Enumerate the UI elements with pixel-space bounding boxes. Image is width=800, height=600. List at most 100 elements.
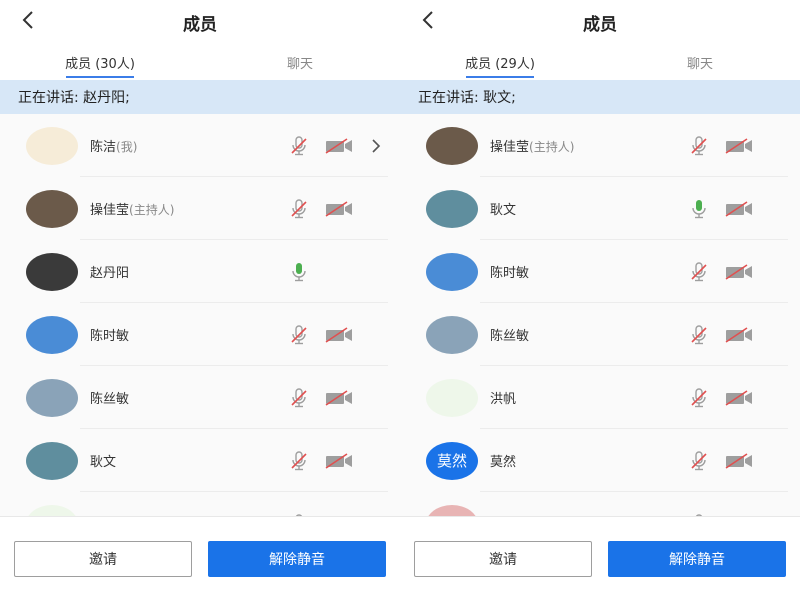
member-name: 陈洁(我) <box>90 136 284 155</box>
member-name-text: 陈时敏 <box>490 266 530 281</box>
mic-muted-icon[interactable] <box>684 387 714 409</box>
member-name: 耿文 <box>490 199 684 218</box>
member-role-tag: (主持人) <box>529 140 575 154</box>
member-row[interactable]: 赵丹阳 <box>0 240 400 303</box>
member-controls <box>684 324 768 346</box>
member-controls <box>684 387 768 409</box>
mic-muted-icon[interactable] <box>684 135 714 157</box>
member-name-text: 操佳莹 <box>90 203 130 218</box>
member-role-tag: (主持人) <box>129 203 175 217</box>
tab-members[interactable]: 成员 (30人) <box>0 44 200 80</box>
avatar <box>26 252 78 291</box>
chevron-spacer <box>768 453 784 469</box>
member-name-text: 操佳莹 <box>490 140 530 155</box>
avatar <box>26 189 78 228</box>
member-name-text: 耿文 <box>490 203 517 218</box>
member-row[interactable]: 陈丝敏 <box>0 366 400 429</box>
avatar <box>426 126 478 165</box>
avatar <box>426 315 478 354</box>
member-name: 陈丝敏 <box>90 388 284 407</box>
mic-muted-icon[interactable] <box>684 261 714 283</box>
member-row[interactable]: 莫然 莫然 <box>400 429 800 492</box>
chevron-spacer <box>768 264 784 280</box>
chevron-right-icon[interactable] <box>368 138 384 154</box>
mic-muted-icon[interactable] <box>284 198 314 220</box>
camera-off-icon[interactable] <box>324 198 354 220</box>
member-name: 操佳莹(主持人) <box>490 136 684 155</box>
mic-active-icon[interactable] <box>684 198 714 220</box>
member-controls <box>684 135 768 157</box>
member-controls <box>284 324 368 346</box>
member-row[interactable]: 耿文 <box>400 177 800 240</box>
right-panel: 成员 成员 (29人) 聊天 正在讲话: 耿文; 操佳莹(主持人) 耿文 陈时敏 陈丝敏 洪帆莫… <box>400 0 800 600</box>
camera-off-icon[interactable] <box>724 387 754 409</box>
camera-off-icon[interactable] <box>324 324 354 346</box>
member-row[interactable]: 陈丝敏 <box>400 303 800 366</box>
member-row[interactable]: 陈时敏 <box>400 240 800 303</box>
member-list[interactable]: 陈洁(我) 操佳莹(主持人) 赵丹阳陈时敏陈丝敏耿文 <box>0 114 400 516</box>
camera-off-icon[interactable] <box>724 324 754 346</box>
member-controls <box>284 387 368 409</box>
invite-button[interactable]: 邀请 <box>14 540 192 577</box>
member-row[interactable]: 操佳莹(主持人) <box>0 177 400 240</box>
member-name: 陈时敏 <box>90 325 284 344</box>
back-arrow-icon <box>22 11 34 33</box>
tab-bar: 成员 (29人) 聊天 <box>400 44 800 80</box>
member-name-text: 洪帆 <box>490 392 517 407</box>
member-row[interactable]: 陈时敏 <box>0 303 400 366</box>
mic-muted-icon[interactable] <box>684 324 714 346</box>
camera-off-icon[interactable] <box>724 450 754 472</box>
member-controls <box>684 450 768 472</box>
mic-muted-icon[interactable] <box>284 387 314 409</box>
member-row[interactable]: 操佳莹(主持人) <box>400 114 800 177</box>
member-list[interactable]: 操佳莹(主持人) 耿文陈时敏陈丝敏洪帆莫然 莫然 <box>400 114 800 516</box>
member-row[interactable] <box>400 492 800 516</box>
member-row[interactable]: 耿文 <box>0 429 400 492</box>
member-controls <box>684 198 768 220</box>
member-name-text: 陈洁 <box>90 140 117 155</box>
chevron-spacer <box>768 138 784 154</box>
avatar: 莫然 <box>426 441 478 480</box>
avatar <box>426 189 478 228</box>
member-name-text: 陈丝敏 <box>490 329 530 344</box>
invite-button[interactable]: 邀请 <box>414 540 592 577</box>
unmute-button[interactable]: 解除静音 <box>608 540 786 577</box>
member-name: 耿文 <box>90 451 284 470</box>
member-row[interactable]: 陈洁(我) <box>0 114 400 177</box>
member-role-tag: (我) <box>116 140 138 154</box>
member-name: 陈时敏 <box>490 262 684 281</box>
chevron-spacer <box>368 327 384 343</box>
mic-muted-icon[interactable] <box>684 450 714 472</box>
mic-active-icon[interactable] <box>284 261 314 283</box>
camera-off-icon[interactable] <box>724 261 754 283</box>
member-row[interactable]: 洪帆 <box>400 366 800 429</box>
camera-off-icon[interactable] <box>324 135 354 157</box>
member-name-text: 陈丝敏 <box>90 392 130 407</box>
back-button[interactable] <box>414 8 442 36</box>
tab-bar: 成员 (30人) 聊天 <box>0 44 400 80</box>
camera-off-icon[interactable] <box>324 387 354 409</box>
member-name-text: 赵丹阳 <box>90 266 130 281</box>
mic-muted-icon[interactable] <box>284 324 314 346</box>
unmute-button[interactable]: 解除静音 <box>208 540 386 577</box>
tab-chat[interactable]: 聊天 <box>200 44 400 80</box>
avatar <box>26 126 78 165</box>
member-controls <box>284 261 368 283</box>
camera-off-icon[interactable] <box>724 135 754 157</box>
avatar <box>26 315 78 354</box>
member-name-text: 耿文 <box>90 455 117 470</box>
back-button[interactable] <box>14 8 42 36</box>
chevron-spacer <box>368 201 384 217</box>
camera-placeholder <box>324 261 354 283</box>
tab-members[interactable]: 成员 (29人) <box>400 44 600 80</box>
mic-muted-icon[interactable] <box>284 135 314 157</box>
chevron-spacer <box>768 201 784 217</box>
mic-muted-icon[interactable] <box>284 450 314 472</box>
tab-chat[interactable]: 聊天 <box>600 44 800 80</box>
camera-off-icon[interactable] <box>324 450 354 472</box>
member-row[interactable] <box>0 492 400 516</box>
footer-bar: 邀请 解除静音 <box>0 516 400 600</box>
chevron-spacer <box>768 390 784 406</box>
camera-off-icon[interactable] <box>724 198 754 220</box>
member-name-text: 陈时敏 <box>90 329 130 344</box>
